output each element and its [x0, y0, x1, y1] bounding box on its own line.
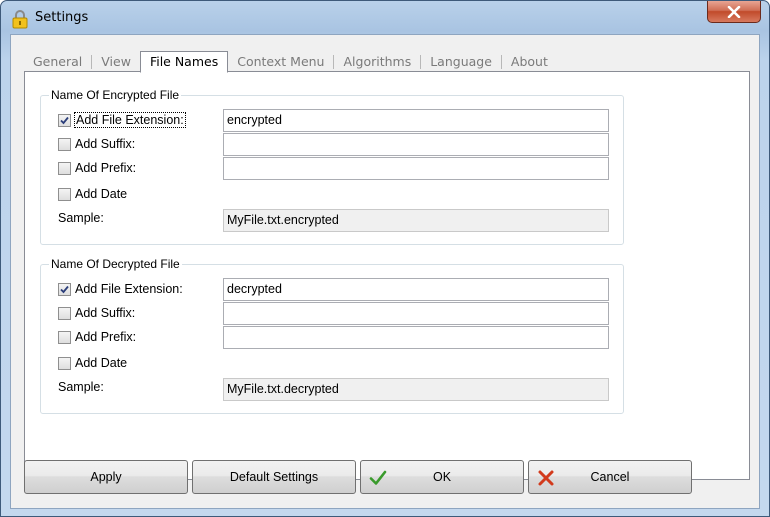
decrypted-extension-input[interactable]: decrypted	[223, 278, 609, 301]
decrypted-add-prefix-row[interactable]: Add Prefix:	[58, 327, 136, 347]
default-settings-button-label: Default Settings	[229, 470, 319, 484]
encrypted-add-extension-row[interactable]: Add File Extension:	[58, 110, 186, 130]
encrypted-file-group: Name Of Encrypted File Add File Extensio…	[40, 88, 624, 245]
decrypted-prefix-input[interactable]	[223, 326, 609, 349]
tab-file-names[interactable]: File Names	[139, 51, 229, 73]
checkmark-icon	[60, 116, 69, 124]
encrypted-add-prefix-checkbox[interactable]	[58, 161, 71, 175]
checkmark-icon	[369, 470, 387, 485]
ok-button-label: OK	[432, 470, 452, 484]
checkmark-icon	[60, 285, 69, 293]
encrypted-add-extension-checkbox[interactable]	[58, 113, 71, 127]
decrypted-add-suffix-row[interactable]: Add Suffix:	[58, 303, 135, 323]
tab-strip: General View File Names Context Menu Alg…	[24, 51, 557, 73]
decrypted-sample-field: MyFile.txt.decrypted	[223, 378, 609, 401]
encrypted-add-date-checkbox[interactable]	[58, 187, 71, 201]
decrypted-add-date-checkbox[interactable]	[58, 356, 71, 370]
encrypted-sample-field: MyFile.txt.encrypted	[223, 209, 609, 232]
checkbox-label: Add Date	[75, 356, 128, 370]
decrypted-file-group: Name Of Decrypted File Add File Extensio…	[40, 257, 624, 414]
tab-language[interactable]: Language	[421, 52, 501, 72]
checkbox-label: Add Date	[75, 187, 128, 201]
dialog-client-area: General View File Names Context Menu Alg…	[10, 34, 760, 509]
encrypted-add-suffix-checkbox[interactable]	[58, 137, 71, 151]
ok-button[interactable]: OK	[360, 460, 524, 494]
file-names-panel: Name Of Encrypted File Add File Extensio…	[24, 71, 750, 480]
decrypted-add-date-row[interactable]: Add Date	[58, 353, 127, 373]
checkbox-label: Add File Extension:	[74, 112, 186, 128]
encrypted-add-suffix-row[interactable]: Add Suffix:	[58, 134, 135, 154]
decrypted-suffix-input[interactable]	[223, 302, 609, 325]
checkbox-label: Add Prefix:	[75, 330, 137, 344]
decrypted-add-extension-checkbox[interactable]	[58, 282, 71, 296]
group-title: Name Of Decrypted File	[49, 257, 182, 271]
encrypted-add-prefix-row[interactable]: Add Prefix:	[58, 158, 136, 178]
close-icon	[727, 5, 741, 18]
title-bar[interactable]: Settings	[1, 1, 769, 35]
cancel-button[interactable]: Cancel	[528, 460, 692, 494]
cancel-button-label: Cancel	[590, 470, 630, 484]
decrypted-add-prefix-checkbox[interactable]	[58, 330, 71, 344]
sample-label: Sample:	[58, 211, 104, 225]
checkbox-label: Add Suffix:	[75, 306, 136, 320]
padlock-icon	[11, 9, 29, 29]
tab-about[interactable]: About	[502, 52, 557, 72]
default-settings-button[interactable]: Default Settings	[192, 460, 356, 494]
apply-button-label: Apply	[90, 470, 122, 484]
group-title: Name Of Encrypted File	[49, 88, 182, 102]
tab-context-menu[interactable]: Context Menu	[228, 52, 333, 72]
checkbox-label: Add Suffix:	[75, 137, 136, 151]
encrypted-prefix-input[interactable]	[223, 157, 609, 180]
apply-button[interactable]: Apply	[24, 460, 188, 494]
tab-view[interactable]: View	[92, 52, 140, 72]
encrypted-add-date-row[interactable]: Add Date	[58, 184, 127, 204]
sample-label: Sample:	[58, 380, 104, 394]
window-title: Settings	[35, 10, 89, 25]
tab-algorithms[interactable]: Algorithms	[334, 52, 420, 72]
decrypted-add-suffix-checkbox[interactable]	[58, 306, 71, 320]
decrypted-add-extension-row[interactable]: Add File Extension:	[58, 279, 183, 299]
encrypted-suffix-input[interactable]	[223, 133, 609, 156]
close-button[interactable]	[707, 1, 761, 23]
settings-window: Settings General View File Names Context…	[0, 0, 770, 517]
cross-icon	[538, 470, 554, 486]
checkbox-label: Add Prefix:	[75, 161, 137, 175]
tab-general[interactable]: General	[24, 52, 91, 72]
encrypted-extension-input[interactable]: encrypted	[223, 109, 609, 132]
checkbox-label: Add File Extension:	[75, 282, 183, 296]
